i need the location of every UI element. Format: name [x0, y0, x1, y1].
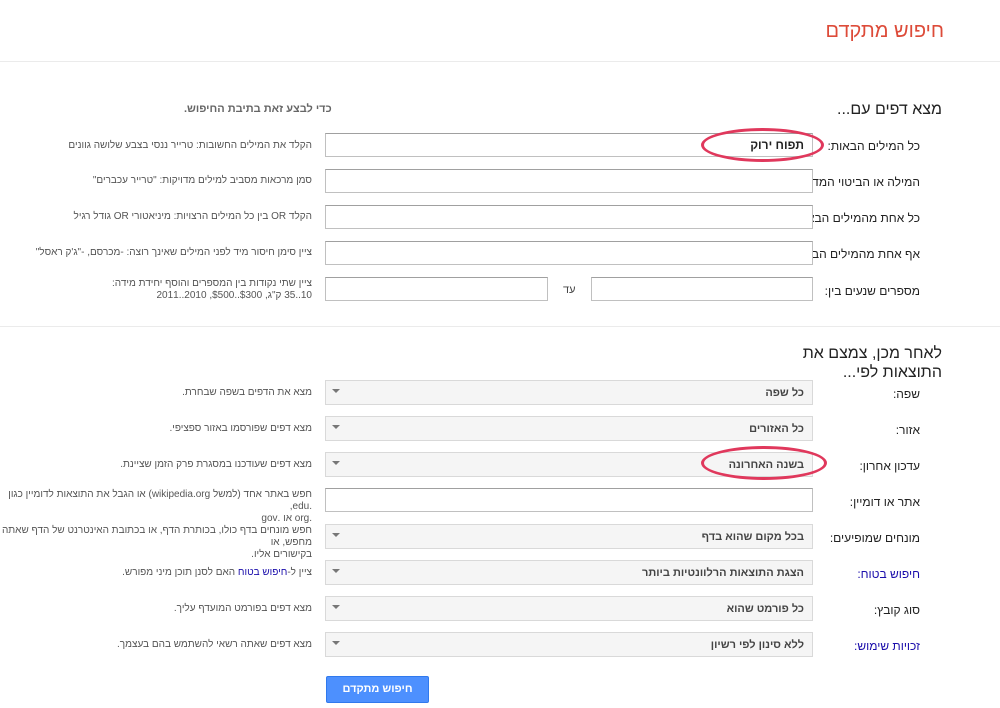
- chevron-down-icon: [332, 605, 340, 609]
- region-hint: מצא דפים שפורסמו באזור ספציפי.: [169, 423, 312, 434]
- number-range-hint-line2: 10..35 ק"ג, $300..$500, 2010..2011: [156, 290, 312, 301]
- safesearch-hint-suffix: האם לסנן תוכן מיני מפורש.: [122, 567, 238, 578]
- safesearch-hint-link[interactable]: חיפוש בטוח: [238, 567, 287, 578]
- site-domain-hint: חפש באתר אחד (למשל wikipedia.org) או הגב…: [0, 489, 312, 525]
- section-narrow-title: לאחר מכן, צמצם את התוצאות לפי...: [803, 344, 942, 382]
- language-select-value: כל שפה: [765, 387, 804, 399]
- safesearch-hint: ציין ל-חיפוש בטוח האם לסנן תוכן מיני מפו…: [122, 567, 312, 579]
- all-words-label: כל המילים הבאות:: [827, 139, 920, 153]
- advanced-search-button[interactable]: חיפוש מתקדם: [326, 676, 429, 703]
- site-domain-hint-line2: .org או .gov: [261, 513, 312, 524]
- usage-rights-select[interactable]: ללא סינון לפי רשיון: [325, 632, 813, 657]
- language-hint: מצא את הדפים בשפה שבחרת.: [182, 387, 312, 398]
- exact-phrase-hint: סמן מרכאות מסביב למילים מדויקות: "טרייר …: [92, 175, 312, 186]
- section-find-pages-title: מצא דפים עם...: [837, 101, 942, 118]
- file-type-select[interactable]: כל פורמט שהוא: [325, 596, 813, 621]
- language-select[interactable]: כל שפה: [325, 380, 813, 405]
- all-words-hint: הקלד את המילים החשובות: טרייר ננסי בצבע …: [68, 140, 312, 151]
- header-divider: [0, 61, 1000, 62]
- site-domain-label: אתר או דומיין:: [849, 495, 920, 509]
- chevron-down-icon: [332, 425, 340, 429]
- region-label: אזור:: [895, 423, 920, 437]
- page-title: חיפוש מתקדם: [825, 20, 944, 42]
- chevron-down-icon: [332, 389, 340, 393]
- number-range-label: מספרים שנעים בין:: [824, 284, 920, 298]
- none-words-hint: ציין סימן חיסור מיד לפני המילים שאינך רו…: [35, 247, 312, 258]
- safesearch-hint-prefix: ציין ל-: [287, 567, 312, 578]
- usage-rights-label[interactable]: זכויות שימוש:: [854, 639, 920, 653]
- chevron-down-icon: [332, 569, 340, 573]
- file-type-select-value: כל פורמט שהוא: [726, 603, 804, 615]
- number-range-hint-line1: ציין שתי נקודות בין המספרים והוסף יחידת …: [112, 278, 312, 289]
- usage-rights-select-value: ללא סינון לפי רשיון: [710, 639, 804, 651]
- number-range-hint: ציין שתי נקודות בין המספרים והוסף יחידת …: [112, 278, 312, 302]
- section-divider: [0, 326, 1000, 327]
- range-from-input[interactable]: [591, 277, 813, 301]
- file-type-hint: מצא דפים בפורמט המועדף עליך.: [173, 603, 312, 614]
- annotation-oval-last-update: [701, 446, 827, 480]
- file-type-label: סוג קובץ:: [873, 603, 920, 617]
- last-update-hint: מצא דפים שעודכנו במסגרת פרק הזמן שציינת.: [120, 459, 312, 470]
- section-narrow-title-line1: לאחר מכן, צמצם את: [802, 345, 942, 362]
- usage-rights-hint: מצא דפים שאתה רשאי להשתמש בהם בעצמך.: [117, 639, 312, 650]
- range-to-label: עד: [563, 284, 576, 296]
- terms-appearing-hint: חפש מונחים בדף כולו, בכותרת הדף, או בכתו…: [0, 525, 312, 561]
- safesearch-select[interactable]: הצגת התוצאות הרלוונטיות ביותר: [325, 560, 813, 585]
- any-words-input[interactable]: [325, 205, 813, 229]
- annotation-oval-all-words: [701, 128, 824, 162]
- chevron-down-icon: [332, 641, 340, 645]
- chevron-down-icon: [332, 533, 340, 537]
- region-select-value: כל האזורים: [749, 423, 804, 435]
- site-domain-hint-line1: חפש באתר אחד (למשל wikipedia.org) או הגב…: [8, 489, 312, 512]
- terms-appearing-select-value: בכל מקום שהוא בדף: [701, 531, 804, 543]
- chevron-down-icon: [332, 461, 340, 465]
- safesearch-label[interactable]: חיפוש בטוח:: [857, 567, 920, 581]
- any-words-hint: הקלד OR בין כל המילים הרצויות: מיניאטורי…: [73, 211, 312, 222]
- region-select[interactable]: כל האזורים: [325, 416, 813, 441]
- last-update-label: עדכון אחרון:: [859, 459, 920, 473]
- none-words-input[interactable]: [325, 241, 813, 265]
- terms-appearing-select[interactable]: בכל מקום שהוא בדף: [325, 524, 813, 549]
- language-label: שפה:: [892, 387, 920, 401]
- exact-phrase-input[interactable]: [325, 169, 813, 193]
- terms-appearing-hint-line1: חפש מונחים בדף כולו, בכותרת הדף, או בכתו…: [1, 525, 312, 548]
- section-hint: כדי לבצע זאת בתיבת החיפוש.: [184, 103, 332, 115]
- terms-appearing-label: מונחים שמופיעים:: [829, 531, 920, 545]
- safesearch-select-value: הצגת התוצאות הרלוונטיות ביותר: [642, 567, 804, 579]
- site-domain-input[interactable]: [325, 488, 813, 512]
- terms-appearing-hint-line2: בקישורים אליו.: [251, 549, 312, 560]
- section-narrow-title-line2: התוצאות לפי...: [842, 364, 942, 381]
- range-to-input[interactable]: [325, 277, 548, 301]
